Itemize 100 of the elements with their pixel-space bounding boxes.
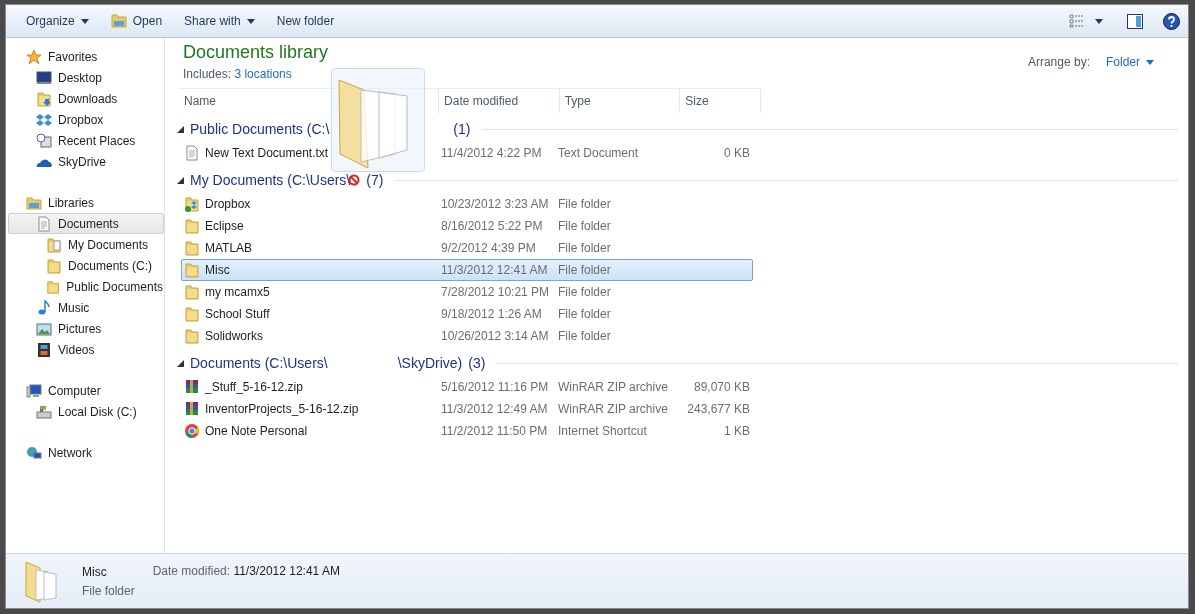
no-entry-icon (348, 174, 361, 186)
arrange-dropdown[interactable]: Folder (1100, 54, 1160, 70)
file-row[interactable]: Dropbox 10/23/2012 3:23 AM File folder (181, 193, 753, 215)
expanded-icon[interactable] (177, 176, 184, 184)
browser-icon (184, 423, 200, 439)
view-list-icon[interactable] (1069, 14, 1085, 28)
nav-item[interactable]: Documents (C:) (6, 255, 164, 276)
nav-item[interactable]: Local Disk (C:) (6, 401, 164, 422)
document-folder-icon (46, 236, 62, 253)
dropbox-icon (36, 111, 52, 128)
nav-item[interactable]: Documents (8, 213, 164, 234)
folder-icon (184, 218, 200, 234)
file-type: File folder (558, 263, 611, 277)
column-header[interactable]: Type (559, 89, 681, 113)
archive-icon (184, 379, 200, 395)
computer-icon (26, 382, 42, 399)
folder-icon (110, 14, 127, 28)
caret-icon[interactable] (1095, 18, 1103, 24)
file-name: InventorProjects_5-16-12.zip (205, 402, 359, 416)
document-icon (36, 215, 52, 232)
file-name: Dropbox (205, 197, 251, 211)
nav-item[interactable]: Videos (6, 339, 164, 360)
group-title: Public Documents (C:\ (190, 121, 330, 137)
caret-icon (246, 18, 255, 24)
toolbar-button[interactable]: Share with (174, 8, 265, 34)
nav-item[interactable]: Libraries (6, 192, 164, 213)
file-row[interactable]: Solidworks 10/26/2012 3:14 AM File folder (181, 325, 753, 347)
file-row[interactable]: Misc 11/3/2012 12:41 AM File folder (181, 259, 753, 281)
file-size: 0 KB (724, 146, 750, 160)
file-type: Internet Shortcut (558, 424, 647, 438)
locations-link[interactable]: 3 locations (234, 67, 292, 81)
caret-icon (80, 18, 89, 24)
file-name: Misc (205, 263, 230, 277)
file-row[interactable]: my mcamx5 7/28/2012 10:21 PM File folder (181, 281, 753, 303)
picture-icon (36, 320, 52, 337)
date-value: 11/3/2012 12:41 AM (233, 564, 340, 578)
file-size: 89,070 KB (693, 380, 750, 394)
nav-item[interactable]: My Documents (6, 234, 164, 255)
folder-icon (184, 328, 200, 344)
folder-icon (184, 240, 200, 256)
expanded-icon[interactable] (177, 125, 184, 133)
file-type: WinRAR ZIP archive (558, 380, 668, 394)
nav-item[interactable]: Downloads (6, 88, 164, 109)
file-name: _Stuff_5-16-12.zip (205, 380, 303, 394)
expanded-icon[interactable] (177, 359, 184, 367)
nav-item[interactable]: Network (6, 442, 164, 463)
date-label: Date modified: (152, 564, 231, 578)
date-modified: 11/3/2012 12:41 AM (441, 263, 548, 277)
disk-drive-icon (36, 403, 52, 420)
nav-item[interactable]: Computer (6, 380, 164, 401)
file-row[interactable]: InventorProjects_5-16-12.zip 11/3/2012 12:49 AM WinRAR ZIP archive 243,677 KB (181, 398, 753, 420)
folder-icon (184, 262, 200, 278)
date-modified: 11/2/2012 11:50 PM (441, 424, 548, 438)
file-row[interactable]: New Text Document.txt 11/4/2012 4:22 PM Text Document 0 KB (181, 142, 753, 164)
recent-places-icon (36, 132, 52, 149)
toolbar-button[interactable]: Open (100, 8, 173, 34)
file-type: WinRAR ZIP archive (558, 402, 668, 416)
column-header[interactable]: Size (680, 89, 761, 113)
file-type: File folder (558, 307, 611, 321)
nav-item[interactable]: Recent Places (6, 130, 164, 151)
help-icon[interactable] (1163, 12, 1180, 30)
column-header[interactable]: Date modified (439, 89, 560, 113)
preview-pane-icon[interactable] (1127, 13, 1143, 29)
toolbar-button[interactable]: Organize (16, 8, 99, 34)
file-name: Solidworks (205, 329, 264, 343)
file-name: MATLAB (205, 241, 253, 255)
nav-item[interactable]: SkyDrive (6, 151, 164, 172)
library-icon (26, 194, 42, 211)
date-modified: 10/23/2012 3:23 AM (441, 197, 549, 211)
text-file-icon (184, 145, 200, 161)
file-name: One Note Personal (205, 424, 308, 438)
globe-icon (26, 444, 42, 461)
file-type: File folder (558, 219, 611, 233)
file-row[interactable]: School Stuff 9/18/2012 1:26 AM File folder (181, 303, 753, 325)
file-type: File folder (558, 241, 611, 255)
includes-label: Includes: (183, 67, 232, 81)
date-modified: 5/16/2012 11:16 PM (441, 380, 549, 394)
file-row[interactable]: MATLAB 9/2/2012 4:39 PM File folder (181, 237, 753, 259)
film-icon (36, 341, 52, 358)
group-title: My Documents (C:\Users\ (190, 172, 351, 188)
date-modified: 9/2/2012 4:39 PM (441, 241, 536, 255)
item-type: File folder (82, 583, 135, 598)
file-type: Text Document (558, 146, 639, 160)
file-row[interactable]: _Stuff_5-16-12.zip 5/16/2012 11:16 PM WinRAR ZIP archive 89,070 KB (181, 376, 753, 398)
group-count: (1) (453, 121, 471, 137)
file-row[interactable]: Eclipse 8/16/2012 5:22 PM File folder (181, 215, 753, 237)
download-folder-icon (36, 90, 52, 107)
date-modified: 9/18/2012 1:26 AM (441, 307, 542, 321)
monitor-icon (36, 69, 52, 86)
file-row[interactable]: One Note Personal 11/2/2012 11:50 PM Internet Shortcut 1 KB (181, 420, 753, 442)
nav-item[interactable]: Favorites (6, 46, 164, 67)
nav-item[interactable]: Dropbox (6, 109, 164, 130)
folder-icon (46, 257, 62, 274)
nav-item[interactable]: Pictures (6, 318, 164, 339)
toolbar-button[interactable]: New folder (266, 8, 345, 34)
nav-item[interactable]: Desktop (6, 67, 164, 88)
nav-item[interactable]: Music (6, 297, 164, 318)
date-modified: 11/3/2012 12:49 AM (441, 402, 548, 416)
nav-item[interactable]: Public Documents (6, 276, 164, 297)
library-title: Documents library (183, 42, 329, 63)
